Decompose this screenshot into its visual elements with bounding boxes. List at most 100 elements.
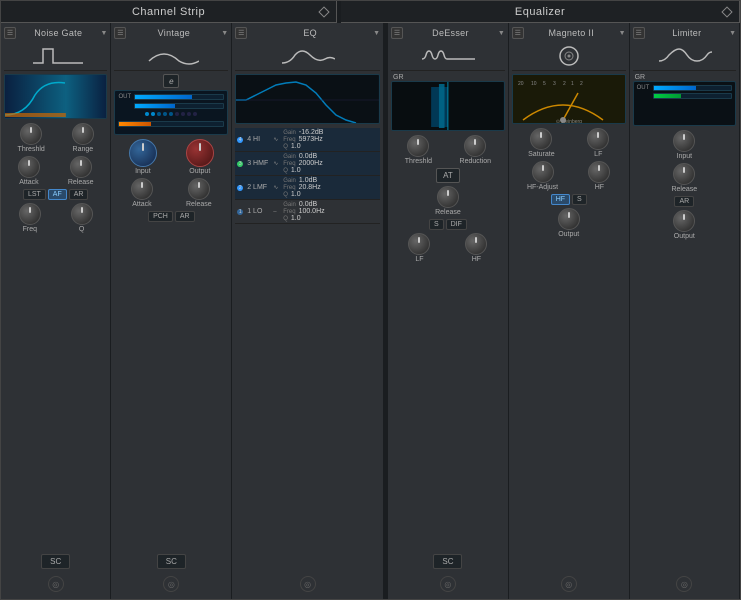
eq-icon-area [235,41,380,71]
freq-label-3: Freq [283,161,295,167]
deesser-reduction-knob[interactable] [464,135,486,157]
magneto-hf-knob[interactable] [588,161,610,183]
magneto-power-btn[interactable]: ☰ [512,27,524,39]
ng-freq-knob[interactable] [19,203,41,225]
ng-waveform-icon [28,45,83,67]
vintage-e-btn[interactable]: e [163,74,179,88]
vintage-title: Vintage [126,28,221,38]
vintage-power-btn[interactable]: ☰ [114,27,126,39]
deesser-lf-knob[interactable] [408,233,430,255]
magneto-icon-area [512,41,626,71]
magneto-output-group: Output [558,208,580,238]
limiter-output-knob[interactable] [673,210,695,232]
ng-nav-circle[interactable]: ◎ [48,576,64,592]
ng-button-row: LST AF AR [4,189,107,200]
fd9 [193,112,197,116]
vintage-attack-label: Attack [132,201,151,208]
limiter-power-btn[interactable]: ☰ [633,27,645,39]
ng-q-knob[interactable] [71,203,93,225]
ng-threshld-label: Threshld [18,146,45,153]
limiter-input-group: Input [673,130,695,160]
deesser-hf-knob[interactable] [465,233,487,255]
limiter-dropdown[interactable]: ▼ [729,30,736,37]
eq-nav-circle[interactable]: ◎ [300,576,316,592]
fd3 [157,112,161,116]
magneto-dropdown[interactable]: ▼ [619,30,626,37]
freq-val-1: 100.0Hz [299,208,325,215]
eq-title: EQ [247,28,373,38]
vintage-header-row: ☰ Vintage ▼ [114,27,228,39]
eq-type-icon-1: – [273,209,281,215]
ng-threshld-knob[interactable] [20,123,42,145]
deesser-dropdown[interactable]: ▼ [498,30,505,37]
limiter-release-knob[interactable] [673,163,695,185]
channel-strip-header: Channel Strip [1,1,337,23]
ng-power-btn[interactable]: ☰ [4,27,16,39]
deesser-threshld-knob[interactable] [407,135,429,157]
ng-q-label: Q [79,226,84,233]
vintage-nav-circle[interactable]: ◎ [163,576,179,592]
vintage-output-knob[interactable] [186,139,214,167]
ng-release-knob[interactable] [70,156,92,178]
ng-lst-btn[interactable]: LST [23,189,46,200]
deesser-dif-btn[interactable]: DIF [446,219,467,230]
limiter-display: OUT [633,81,736,126]
limiter-input-label: Input [677,153,693,160]
limiter-title: Limiter [645,28,730,38]
vintage-meter3 [118,121,224,127]
eq-band-4[interactable]: 4 4 HI ∿ Gain -16.2dB Freq 5973Hz [235,128,380,152]
vintage-release-knob[interactable] [188,178,210,200]
deesser-sc-btn[interactable]: SC [433,554,462,569]
plugin-deesser: ☰ DeEsser ▼ GR [388,23,509,599]
ng-range-knob[interactable] [72,123,94,145]
fd2 [151,112,155,116]
magneto-row2: HF-Adjust HF [512,161,626,191]
q-label-2: Q [283,192,288,198]
vintage-meter2 [118,103,224,109]
vintage-dropdown[interactable]: ▼ [221,30,228,37]
eq-band-3[interactable]: 3 3 HMF ∿ Gain 0.0dB Freq 2000Hz Q [235,152,380,176]
limiter-input-row: Input [633,130,736,160]
eq-band-1[interactable]: 1 1 LO – Gain 0.0dB Freq 100.0Hz Q [235,200,380,224]
limiter-ar-btn[interactable]: AR [674,196,694,207]
vintage-attack-knob[interactable] [131,178,153,200]
channel-strip-diamond[interactable] [318,6,329,17]
ng-ar-btn[interactable]: AR [69,189,89,200]
magneto-lf-knob[interactable] [587,128,609,150]
deesser-power-btn[interactable]: ☰ [391,27,403,39]
magneto-nav-circle[interactable]: ◎ [561,576,577,592]
eq-waveform-icon [280,45,335,67]
eq-header-row: ☰ EQ ▼ [235,27,380,39]
vintage-pch-btn[interactable]: PCH [148,211,173,222]
ng-af-btn[interactable]: AF [48,189,67,200]
eq-dropdown[interactable]: ▼ [373,30,380,37]
equalizer-diamond[interactable] [721,6,732,17]
vintage-input-knob[interactable] [129,139,157,167]
svg-text:20: 20 [518,81,524,87]
vintage-sc-btn[interactable]: SC [157,554,186,569]
eq-power-btn[interactable]: ☰ [235,27,247,39]
limiter-nav-circle[interactable]: ◎ [676,576,692,592]
magneto-hfadj-knob[interactable] [532,161,554,183]
ng-knobs-row3: Freq Q [4,203,107,233]
eq-band-2[interactable]: 2 2 LMF ∿ Gain 1.0dB Freq 20.8Hz Q [235,176,380,200]
ng-release-label: Release [68,179,94,186]
magneto-output-knob[interactable] [558,208,580,230]
limiter-input-knob[interactable] [673,130,695,152]
vintage-release-group: Release [186,178,212,208]
magneto-s-btn[interactable]: S [572,194,587,205]
magneto-saturate-knob[interactable] [530,128,552,150]
ng-dropdown[interactable]: ▼ [101,30,108,37]
magneto-lf-group: LF [587,128,609,158]
vintage-ar-btn[interactable]: AR [175,211,195,222]
deesser-nav-circle[interactable]: ◎ [440,576,456,592]
eq-band-3-num: 3 [237,161,243,167]
svg-text:1: 1 [571,81,574,87]
deesser-s-btn[interactable]: S [429,219,444,230]
ng-sc-btn[interactable]: SC [41,554,70,569]
ng-attack-knob[interactable] [18,156,40,178]
vintage-nav-bottom: ◎ [114,573,228,595]
deesser-release-knob[interactable] [437,186,459,208]
magneto-hf-btn[interactable]: HF [551,194,570,205]
deesser-at-btn[interactable]: AT [436,168,460,183]
